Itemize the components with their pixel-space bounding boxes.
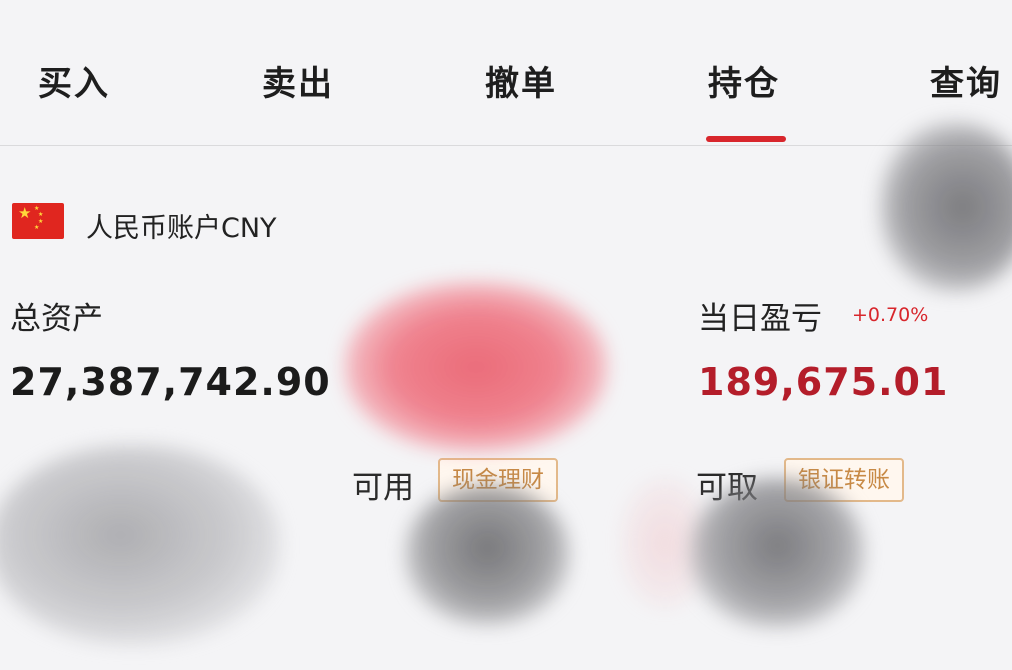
redaction-smudge	[880, 122, 1012, 292]
total-assets-value: 27,387,742.90	[10, 360, 331, 404]
tab-position[interactable]: 持仓	[708, 56, 780, 105]
tab-sell[interactable]: 卖出	[262, 56, 334, 105]
daily-pnl-percent: +0.70%	[852, 304, 929, 326]
total-assets-label: 总资产	[10, 301, 103, 337]
redaction-smudge	[690, 478, 865, 628]
tab-query[interactable]: 查询	[930, 56, 1002, 105]
available-label: 可用	[352, 470, 414, 506]
account-label: 人民币账户CNY	[86, 213, 277, 244]
tab-buy[interactable]: 买入	[38, 56, 110, 105]
redaction-smudge	[405, 485, 570, 625]
tab-cancel-order[interactable]: 撤单	[485, 56, 557, 105]
active-tab-indicator	[706, 136, 786, 142]
daily-pnl-label: 当日盈亏	[698, 301, 822, 337]
daily-pnl-value: 189,675.01	[698, 360, 949, 404]
tab-divider	[0, 145, 1012, 146]
china-flag-icon: ★ ★ ★ ★ ★	[12, 203, 64, 239]
trading-screen: 买入 卖出 撤单 持仓 查询 ★ ★ ★ ★ ★ 人民币账户CNY 总资产 27…	[0, 0, 1012, 670]
trade-tab-bar: 买入 卖出 撤单 持仓 查询	[0, 0, 1012, 145]
redaction-smudge	[345, 282, 607, 452]
redaction-smudge	[0, 445, 280, 645]
